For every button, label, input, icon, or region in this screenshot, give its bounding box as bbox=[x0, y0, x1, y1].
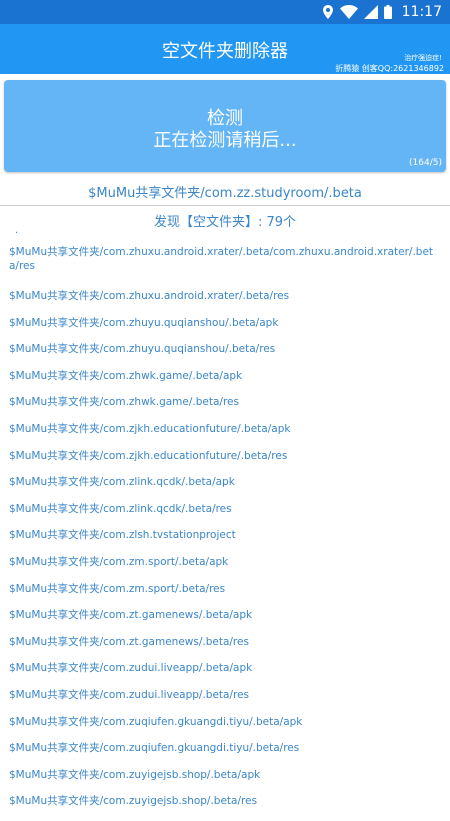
location-icon bbox=[322, 5, 333, 19]
list-item[interactable]: $MuMu共享文件夹/com.zuyigejsb.shop/.beta/res bbox=[9, 794, 439, 808]
list-item[interactable]: $MuMu共享文件夹/com.zt.gamenews/.beta/res bbox=[9, 635, 439, 649]
list-item[interactable]: $MuMu共享文件夹/com.zjkh.educationfuture/.bet… bbox=[9, 449, 439, 463]
list-item[interactable]: $MuMu共享文件夹/com.zudui.liveapp/.beta/res bbox=[9, 688, 439, 702]
battery-icon bbox=[383, 5, 392, 19]
list-item[interactable]: $MuMu共享文件夹/com.zm.sport/.beta/apk bbox=[9, 555, 439, 569]
list-item[interactable]: $MuMu共享文件夹/com.zm.sport/.beta/res bbox=[9, 582, 439, 596]
list-start-dot: . bbox=[15, 225, 19, 236]
app-subtitle-author: 折腾猿 创客QQ:2621346892 bbox=[335, 64, 444, 73]
list-item[interactable]: $MuMu共享文件夹/com.zlink.qcdk/.beta/res bbox=[9, 502, 439, 516]
wifi-icon bbox=[339, 5, 358, 19]
current-scan-path: $MuMu共享文件夹/com.zz.studyroom/.beta bbox=[88, 186, 362, 201]
status-bar: 11:17 bbox=[0, 0, 450, 24]
list-item[interactable]: $MuMu共享文件夹/com.zlink.qcdk/.beta/apk bbox=[9, 475, 439, 489]
list-item[interactable]: $MuMu共享文件夹/com.zhuxu.android.xrater/.bet… bbox=[9, 245, 439, 275]
list-item[interactable]: $MuMu共享文件夹/com.zuqiufen.gkuangdi.tiyu/.b… bbox=[9, 741, 439, 755]
app-bar: 空文件夹删除器 治疗强迫症! 折腾猿 创客QQ:2621346892 bbox=[0, 24, 450, 74]
list-item[interactable]: $MuMu共享文件夹/com.zjkh.educationfuture/.bet… bbox=[9, 422, 439, 436]
status-icons: 11:17 bbox=[322, 0, 442, 24]
signal-icon bbox=[363, 5, 378, 19]
detect-progress-counter: (164/5) bbox=[409, 158, 442, 168]
list-item[interactable]: $MuMu共享文件夹/com.zhuyu.quqianshou/.beta/re… bbox=[9, 342, 439, 356]
status-time: 11:17 bbox=[401, 4, 442, 20]
list-item[interactable]: $MuMu共享文件夹/com.zuyigejsb.shop/.beta/apk bbox=[9, 768, 439, 782]
list-item[interactable]: $MuMu共享文件夹/com.zudui.liveapp/.beta/apk bbox=[9, 661, 439, 675]
app-title: 空文件夹删除器 bbox=[162, 41, 288, 62]
list-item[interactable]: $MuMu共享文件夹/com.zt.gamenews/.beta/apk bbox=[9, 608, 439, 622]
list-item[interactable]: $MuMu共享文件夹/com.zhwk.game/.beta/res bbox=[9, 395, 439, 409]
list-item[interactable]: $MuMu共享文件夹/com.zlsh.tvstationproject bbox=[9, 528, 439, 542]
found-summary: 发现【空文件夹】: 79个 bbox=[153, 215, 297, 230]
divider bbox=[0, 205, 450, 206]
app-subtitle-tagline: 治疗强迫症! bbox=[404, 54, 442, 62]
list-item[interactable]: $MuMu共享文件夹/com.zhwk.game/.beta/apk bbox=[9, 369, 439, 383]
list-item[interactable]: $MuMu共享文件夹/com.zhuxu.android.xrater/.bet… bbox=[9, 289, 439, 303]
detect-status-text: 正在检测请稍后... bbox=[153, 130, 297, 151]
detect-button[interactable]: 检测 正在检测请稍后... (164/5) bbox=[4, 80, 446, 172]
list-item[interactable]: $MuMu共享文件夹/com.zhuyu.quqianshou/.beta/ap… bbox=[9, 316, 439, 330]
empty-folder-result-list[interactable]: $MuMu共享文件夹/com.zhuxu.android.xrater/.bet… bbox=[9, 245, 439, 821]
list-item[interactable]: $MuMu共享文件夹/com.zuqiufen.gkuangdi.tiyu/.b… bbox=[9, 715, 439, 729]
